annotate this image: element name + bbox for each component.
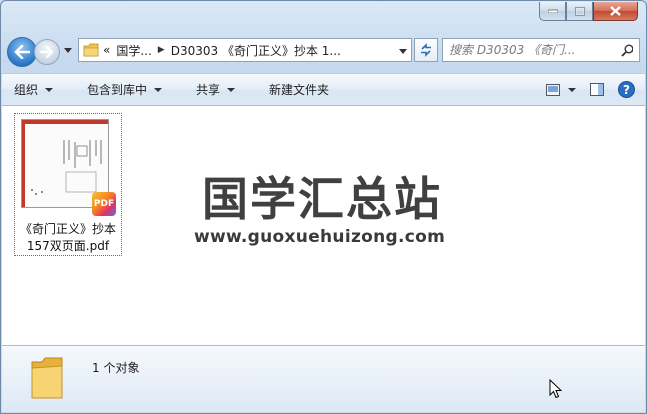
chevron-down-icon <box>227 87 236 92</box>
include-in-library-button[interactable]: 包含到库中 <box>87 81 163 98</box>
forward-button[interactable] <box>34 39 60 65</box>
file-list-area[interactable]: PDF 《奇门正义》抄本 157双页面.pdf 国学汇总站 www.guoxue… <box>2 106 645 345</box>
file-name-line-1: 《奇门正义》抄本 <box>19 222 116 236</box>
minimize-button[interactable] <box>539 2 566 21</box>
item-count: 1 个对象 <box>92 361 140 375</box>
caption-buttons <box>539 2 638 21</box>
svg-text:?: ? <box>623 83 630 97</box>
file-item[interactable]: PDF 《奇门正义》抄本 157双页面.pdf <box>14 113 122 256</box>
pdf-file-icon: PDF <box>92 192 116 216</box>
change-view-button[interactable] <box>546 83 576 96</box>
refresh-icon <box>421 43 431 57</box>
file-name-line-2: 157双页面.pdf <box>26 239 110 253</box>
preview-pane-button[interactable] <box>590 83 604 96</box>
include-in-library-label: 包含到库中 <box>87 83 148 97</box>
chevron-down-icon <box>568 87 576 92</box>
search-input[interactable] <box>449 43 621 57</box>
search-icon[interactable] <box>621 44 633 57</box>
watermark-url: www.guoxuehuizong.com <box>194 227 446 247</box>
navigation-bar: « 国学... ▶ D30303 《奇门正义》抄本 1... <box>7 37 640 67</box>
search-box[interactable] <box>442 38 640 62</box>
address-dropdown[interactable] <box>399 43 407 57</box>
close-icon <box>610 6 621 16</box>
folder-icon <box>83 43 99 57</box>
breadcrumb-overflow[interactable]: « <box>103 43 110 57</box>
command-bar: 组织 包含到库中 共享 新建文件夹 ? <box>2 73 645 106</box>
new-folder-button[interactable]: 新建文件夹 <box>269 81 329 98</box>
organize-label: 组织 <box>14 83 39 97</box>
organize-menu-button[interactable]: 组织 <box>14 81 54 98</box>
maximize-icon <box>574 6 585 16</box>
share-label: 共享 <box>196 83 221 97</box>
view-options-icon <box>546 83 560 96</box>
explorer-window: « 国学... ▶ D30303 《奇门正义》抄本 1... 组织 包含到库中 <box>0 0 647 414</box>
back-button[interactable] <box>7 37 37 67</box>
mouse-cursor-icon <box>549 379 562 399</box>
chevron-down-icon <box>154 87 163 92</box>
share-button[interactable]: 共享 <box>196 81 236 98</box>
close-button[interactable] <box>593 2 638 21</box>
arrow-left-icon <box>14 45 30 59</box>
chevron-down-icon <box>45 87 54 92</box>
help-icon: ? <box>618 81 635 98</box>
address-bar[interactable]: « 国学... ▶ D30303 《奇门正义》抄本 1... <box>78 38 412 62</box>
chevron-down-icon <box>64 47 72 53</box>
refresh-button[interactable] <box>414 38 438 62</box>
breadcrumb-item-root[interactable]: 国学... <box>116 42 151 59</box>
help-button[interactable]: ? <box>618 81 635 98</box>
breadcrumb-separator-icon[interactable]: ▶ <box>158 45 165 55</box>
maximize-button[interactable] <box>566 2 593 21</box>
arrow-right-icon <box>40 46 54 58</box>
preview-pane-icon <box>590 83 604 96</box>
details-pane: 1 个对象 <box>2 345 645 412</box>
new-folder-label: 新建文件夹 <box>269 83 330 97</box>
file-name: 《奇门正义》抄本 157双页面.pdf <box>15 221 121 255</box>
minimize-icon <box>547 9 558 13</box>
recent-pages-dropdown[interactable] <box>62 47 74 53</box>
chevron-down-icon <box>399 49 407 54</box>
folder-icon <box>31 357 63 399</box>
watermark-title: 国学汇总站 <box>202 172 442 226</box>
breadcrumb-item-current[interactable]: D30303 《奇门正义》抄本 1... <box>171 42 341 59</box>
